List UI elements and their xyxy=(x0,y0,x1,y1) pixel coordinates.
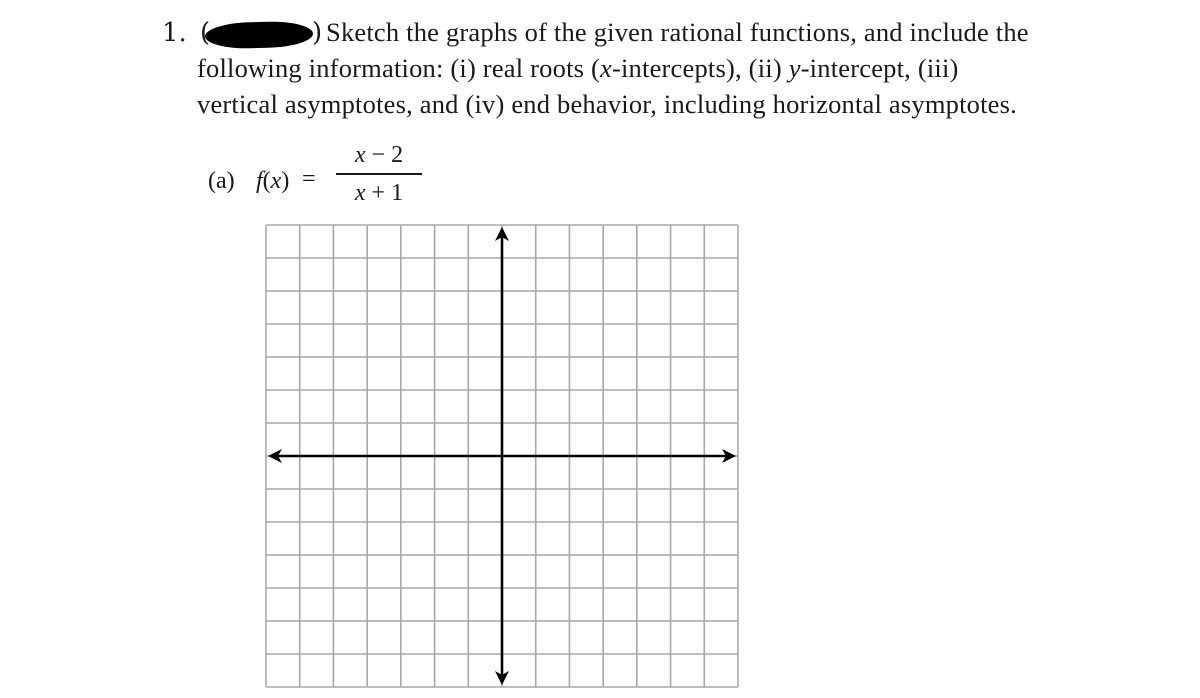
graph-paper[interactable] xyxy=(0,0,1200,698)
